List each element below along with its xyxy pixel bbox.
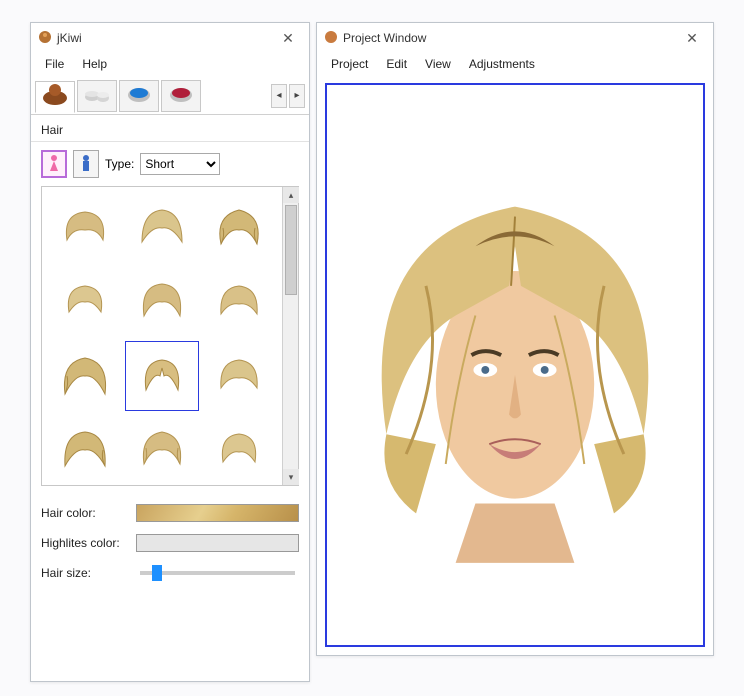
hair-thumb[interactable] (48, 193, 121, 263)
gallery-scrollbar[interactable]: ▴ ▾ (282, 187, 298, 485)
menu-edit[interactable]: Edit (378, 55, 415, 73)
jkiwi-title: jKiwi (57, 31, 273, 45)
hair-size-slider-thumb[interactable] (152, 565, 162, 581)
hair-color-swatch[interactable] (136, 504, 299, 522)
hair-thumb[interactable] (125, 193, 198, 263)
project-title: Project Window (343, 31, 677, 45)
hair-bun-icon (40, 82, 70, 111)
close-icon: ✕ (686, 30, 698, 47)
menu-adjustments[interactable]: Adjustments (461, 55, 543, 73)
menu-view[interactable]: View (417, 55, 459, 73)
project-app-icon (323, 29, 339, 48)
gender-type-row: Type: Short (31, 142, 309, 186)
chevron-down-icon: ▾ (289, 472, 294, 483)
hair-controls: Hair color: Highlites color: Hair size: (31, 498, 309, 588)
hair-type-select[interactable]: Short (140, 153, 220, 175)
category-tabstrip: ◂ ▸ (31, 77, 309, 115)
hair-color-label: Hair color: (41, 506, 136, 520)
project-canvas[interactable] (325, 83, 705, 647)
tab-hair[interactable] (35, 81, 75, 113)
close-icon: ✕ (282, 30, 294, 47)
hair-thumb[interactable] (48, 341, 121, 411)
gender-female-button[interactable] (41, 150, 67, 178)
chevron-up-icon: ▴ (289, 190, 294, 201)
hair-thumb[interactable] (125, 415, 198, 485)
project-window: Project Window ✕ Project Edit View Adjus… (316, 22, 714, 656)
scroll-up-button[interactable]: ▴ (283, 187, 299, 203)
highlites-color-swatch[interactable] (136, 534, 299, 552)
tabs-scroll-prev[interactable]: ◂ (271, 84, 287, 108)
jars-icon (82, 81, 112, 110)
tab-makeup-blue[interactable] (119, 80, 159, 112)
hair-size-label: Hair size: (41, 566, 136, 580)
compact-blue-icon (124, 81, 154, 110)
jkiwi-close-button[interactable]: ✕ (273, 28, 303, 48)
menu-file[interactable]: File (37, 55, 72, 73)
tab-makeup-red[interactable] (161, 80, 201, 112)
hair-thumb[interactable] (203, 193, 276, 263)
type-label: Type: (105, 157, 134, 171)
section-label-hair: Hair (31, 115, 309, 142)
tab-accessories[interactable] (77, 80, 117, 112)
hair-thumb[interactable] (203, 341, 276, 411)
scrollbar-thumb[interactable] (285, 205, 297, 295)
hair-thumb-selected[interactable] (125, 341, 198, 411)
female-icon (47, 153, 61, 176)
menu-project[interactable]: Project (323, 55, 376, 73)
model-preview-icon (327, 85, 703, 645)
jkiwi-menubar: File Help (31, 53, 309, 77)
hair-gallery: ▴ ▾ (41, 186, 299, 486)
project-menubar: Project Edit View Adjustments (317, 53, 713, 77)
highlites-color-label: Highlites color: (41, 536, 136, 550)
chevron-right-icon: ▸ (294, 90, 299, 101)
male-icon (79, 153, 93, 176)
hair-thumb[interactable] (48, 267, 121, 337)
hair-gallery-grid (42, 187, 282, 485)
jkiwi-titlebar: jKiwi ✕ (31, 23, 309, 53)
hair-thumb[interactable] (48, 415, 121, 485)
hair-size-slider[interactable] (140, 571, 295, 575)
hair-thumb[interactable] (203, 415, 276, 485)
chevron-left-icon: ◂ (276, 90, 281, 101)
tabs-scroll-next[interactable]: ▸ (289, 84, 305, 108)
hair-thumb[interactable] (203, 267, 276, 337)
scroll-down-button[interactable]: ▾ (283, 469, 299, 485)
menu-help[interactable]: Help (74, 55, 115, 73)
compact-red-icon (166, 81, 196, 110)
gender-male-button[interactable] (73, 150, 99, 178)
jkiwi-window: jKiwi ✕ File Help ◂ (30, 22, 310, 682)
project-titlebar: Project Window ✕ (317, 23, 713, 53)
hair-thumb[interactable] (125, 267, 198, 337)
jkiwi-app-icon (37, 29, 53, 48)
project-close-button[interactable]: ✕ (677, 28, 707, 48)
